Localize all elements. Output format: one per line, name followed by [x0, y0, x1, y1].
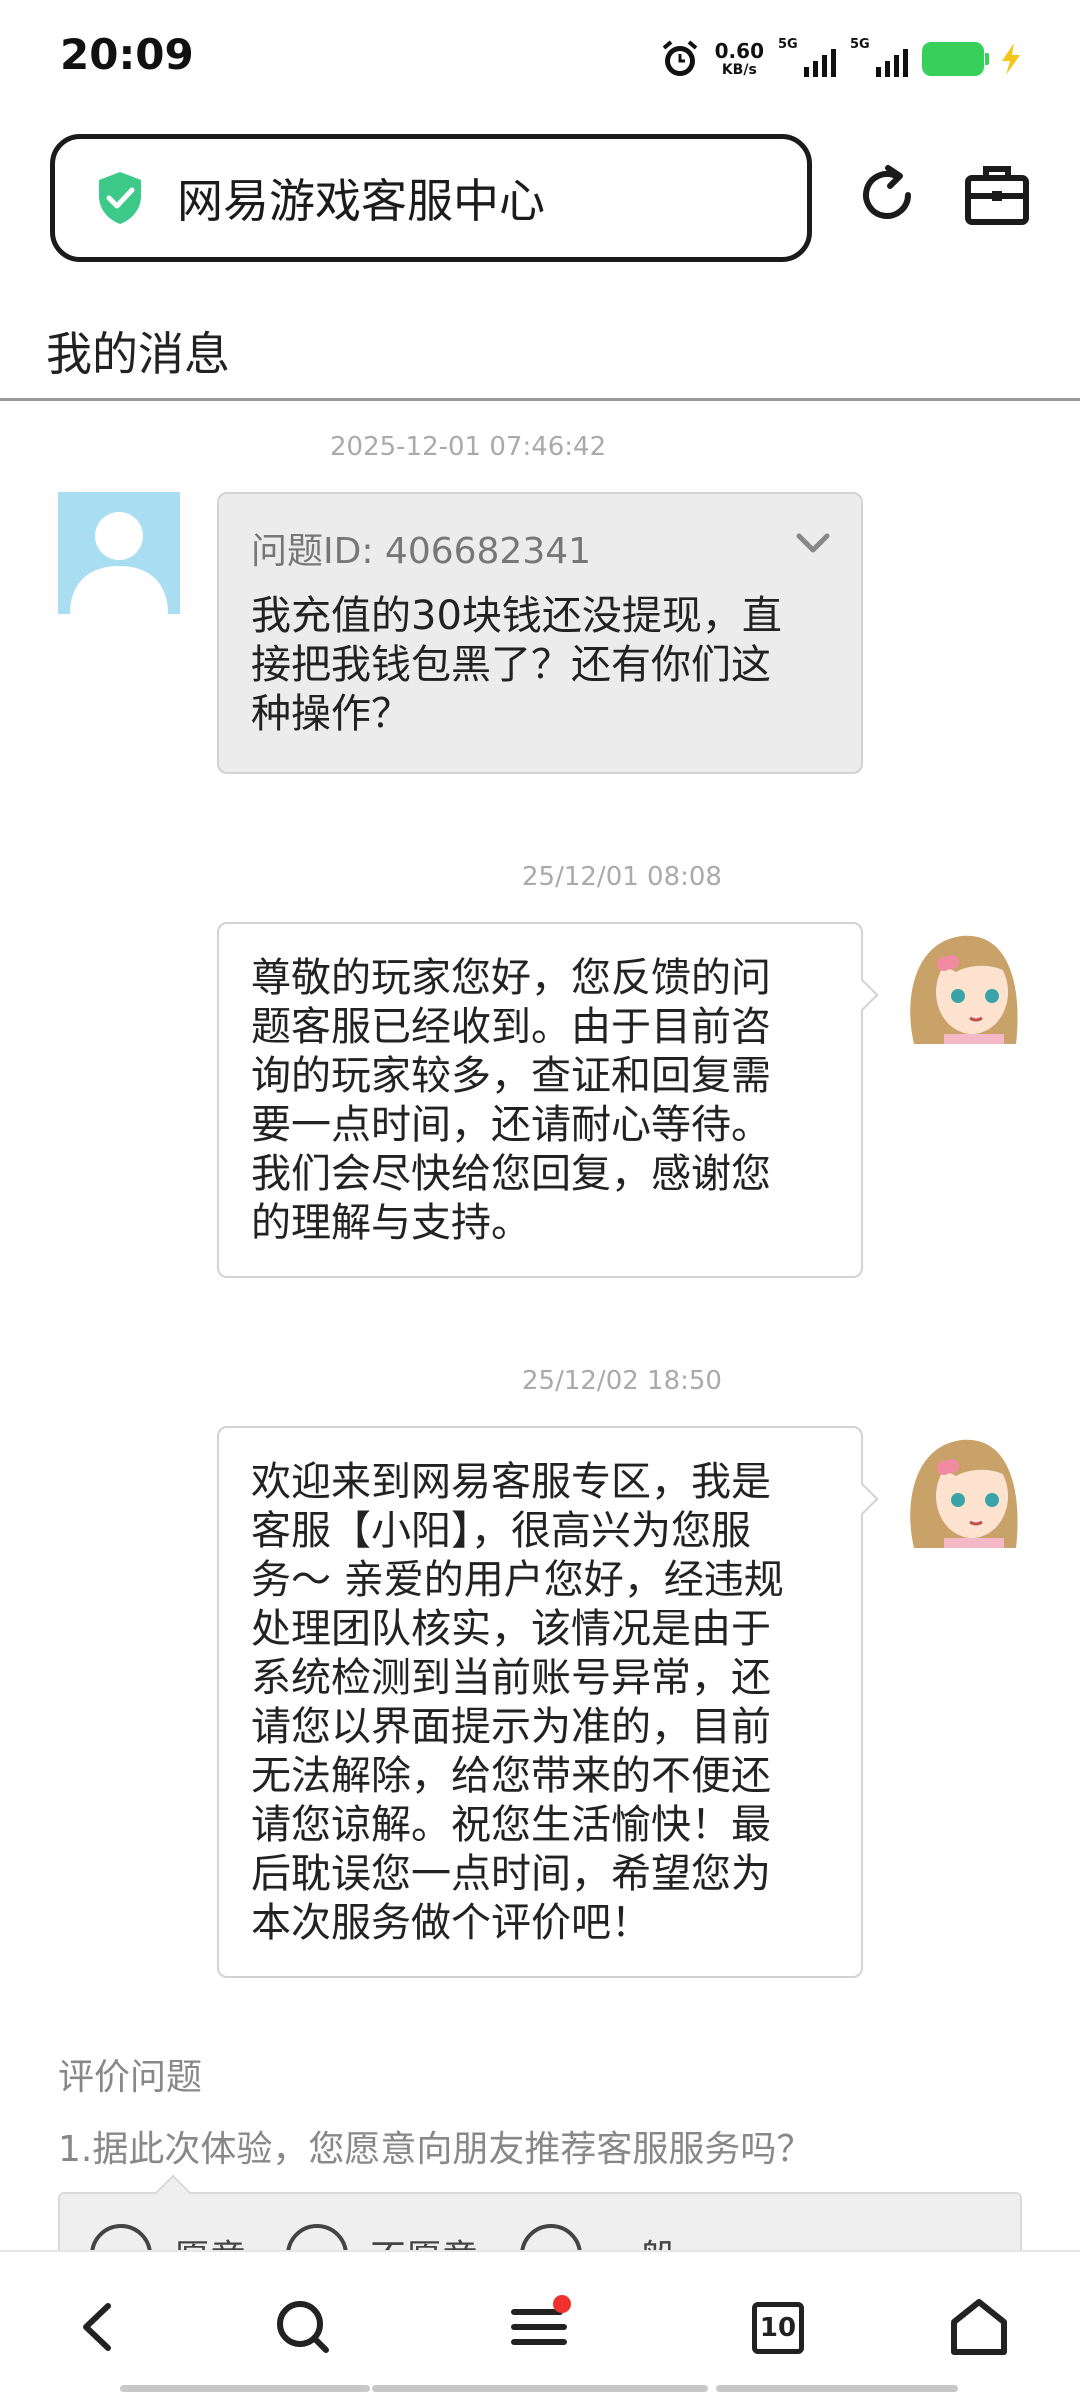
chevron-down-icon[interactable]: [793, 524, 833, 564]
search-icon[interactable]: [268, 2292, 338, 2362]
net-speed-unit: KB/s: [721, 62, 757, 78]
tabs-button[interactable]: 10: [742, 2292, 812, 2362]
net-speed-value: 0.60: [714, 39, 764, 63]
user-avatar: [58, 492, 180, 614]
rating-heading: 评价问题: [58, 2057, 203, 2098]
agent-message-bubble: 欢迎来到网易客服专区，我是 客服【小阳】，很高兴为您服 务～ 亲爱的用户您好，经…: [217, 1426, 863, 1978]
charging-icon: [1002, 43, 1020, 75]
default-user-icon: [70, 512, 168, 614]
cartoon-girl-icon: [910, 935, 1018, 1044]
rating-question: 1.据此次体验，您愿意向朋友推荐客服服务吗？: [58, 2129, 813, 2170]
divider: [0, 398, 1080, 401]
agent-message-bubble: 尊敬的玩家您好，您反馈的问 题客服已经收到。由于目前咨 询的玩家较多，查证和回复…: [217, 922, 863, 1278]
gesture-bar: [120, 2385, 370, 2392]
signal-icon-sim1: 5G: [778, 37, 836, 77]
message-timestamp: 2025-12-01 07:46:42: [330, 432, 607, 462]
message-timestamp: 25/12/02 18:50: [522, 1366, 722, 1396]
agent-avatar: [900, 922, 1022, 1044]
back-icon[interactable]: [64, 2292, 134, 2362]
address-bar[interactable]: 网易游戏客服中心: [50, 134, 812, 262]
status-time: 20:09: [60, 30, 194, 79]
alarm-icon: [662, 40, 697, 76]
tabs-icon: 10: [752, 2302, 804, 2354]
status-bar: 20:09 0.60 KB/s 5G 5G: [0, 0, 1080, 110]
battery-icon: [922, 42, 989, 76]
user-message-bubble: 问题ID: 406682341 我充值的30块钱还没提现，直 接把我钱包黑了？还…: [217, 492, 863, 774]
message-text: 尊敬的玩家您好，您反馈的问 题客服已经收到。由于目前咨 询的玩家较多，查证和回复…: [251, 955, 771, 1246]
home-icon[interactable]: [944, 2292, 1014, 2362]
sim2-label: 5G: [850, 37, 870, 52]
message-timestamp: 25/12/01 08:08: [522, 862, 722, 892]
question-id: 问题ID: 406682341: [251, 531, 592, 572]
net-speed: 0.60 KB/s: [715, 41, 764, 77]
refresh-icon[interactable]: [852, 160, 922, 230]
page-title: 我的消息: [46, 327, 230, 381]
tab-count: 10: [759, 2313, 797, 2343]
gesture-bar: [372, 2385, 708, 2392]
gesture-bar: [716, 2385, 958, 2392]
signal-icon-sim2: 5G: [850, 37, 908, 77]
agent-avatar: [900, 1426, 1022, 1548]
shield-check-icon: [99, 172, 141, 224]
status-icons: 0.60 KB/s 5G 5G: [659, 34, 1024, 84]
cartoon-girl-icon: [910, 1439, 1018, 1548]
toolbox-icon[interactable]: [962, 160, 1032, 230]
bottom-navigation: 10: [0, 2250, 1080, 2400]
sim1-label: 5G: [778, 37, 798, 52]
message-text: 欢迎来到网易客服专区，我是 客服【小阳】，很高兴为您服 务～ 亲爱的用户您好，经…: [251, 1459, 784, 1946]
site-title: 网易游戏客服中心: [177, 174, 545, 228]
menu-icon[interactable]: [504, 2292, 574, 2362]
